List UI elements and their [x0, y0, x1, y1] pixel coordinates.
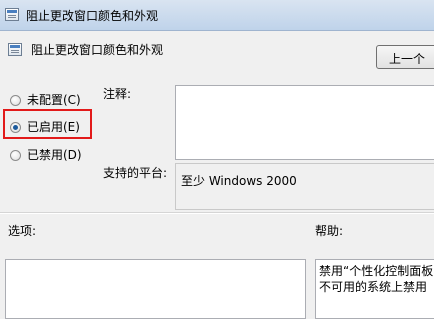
help-label: 帮助:: [315, 224, 344, 238]
window-title: 阻止更改窗口颜色和外观: [26, 9, 159, 23]
supported-platform-label: 支持的平台:: [103, 166, 168, 180]
section-divider: [0, 212, 434, 213]
highlight-annotation-box: [3, 109, 92, 139]
previous-setting-button[interactable]: 上一个: [376, 45, 434, 69]
help-text-line: 禁用“个性化控制面板: [319, 264, 434, 278]
help-text-line: 不可用的系统上禁用: [319, 280, 428, 294]
radio-label: 已禁用(D): [27, 148, 82, 162]
comment-textarea[interactable]: [175, 85, 434, 160]
radio-not-configured[interactable]: 未配置(C): [10, 91, 81, 108]
radio-circle[interactable]: [10, 150, 21, 161]
page-title: 阻止更改窗口颜色和外观: [31, 43, 164, 57]
policy-setting-icon: [8, 43, 22, 56]
supported-platform-value-box: 至少 Windows 2000: [175, 163, 434, 210]
comment-label: 注释:: [103, 87, 132, 101]
radio-circle[interactable]: [10, 95, 21, 106]
radio-label: 未配置(C): [27, 93, 81, 107]
radio-disabled[interactable]: 已禁用(D): [10, 146, 82, 163]
title-bar[interactable]: 阻止更改窗口颜色和外观: [0, 0, 434, 31]
help-text-pane[interactable]: 禁用“个性化控制面板 不可用的系统上禁用: [315, 259, 434, 319]
options-pane[interactable]: [5, 259, 306, 319]
supported-platform-value: 至少 Windows 2000: [181, 174, 297, 188]
options-label: 选项:: [8, 224, 37, 238]
previous-setting-button-label: 上一个: [389, 52, 426, 66]
policy-setting-icon: [5, 8, 19, 21]
